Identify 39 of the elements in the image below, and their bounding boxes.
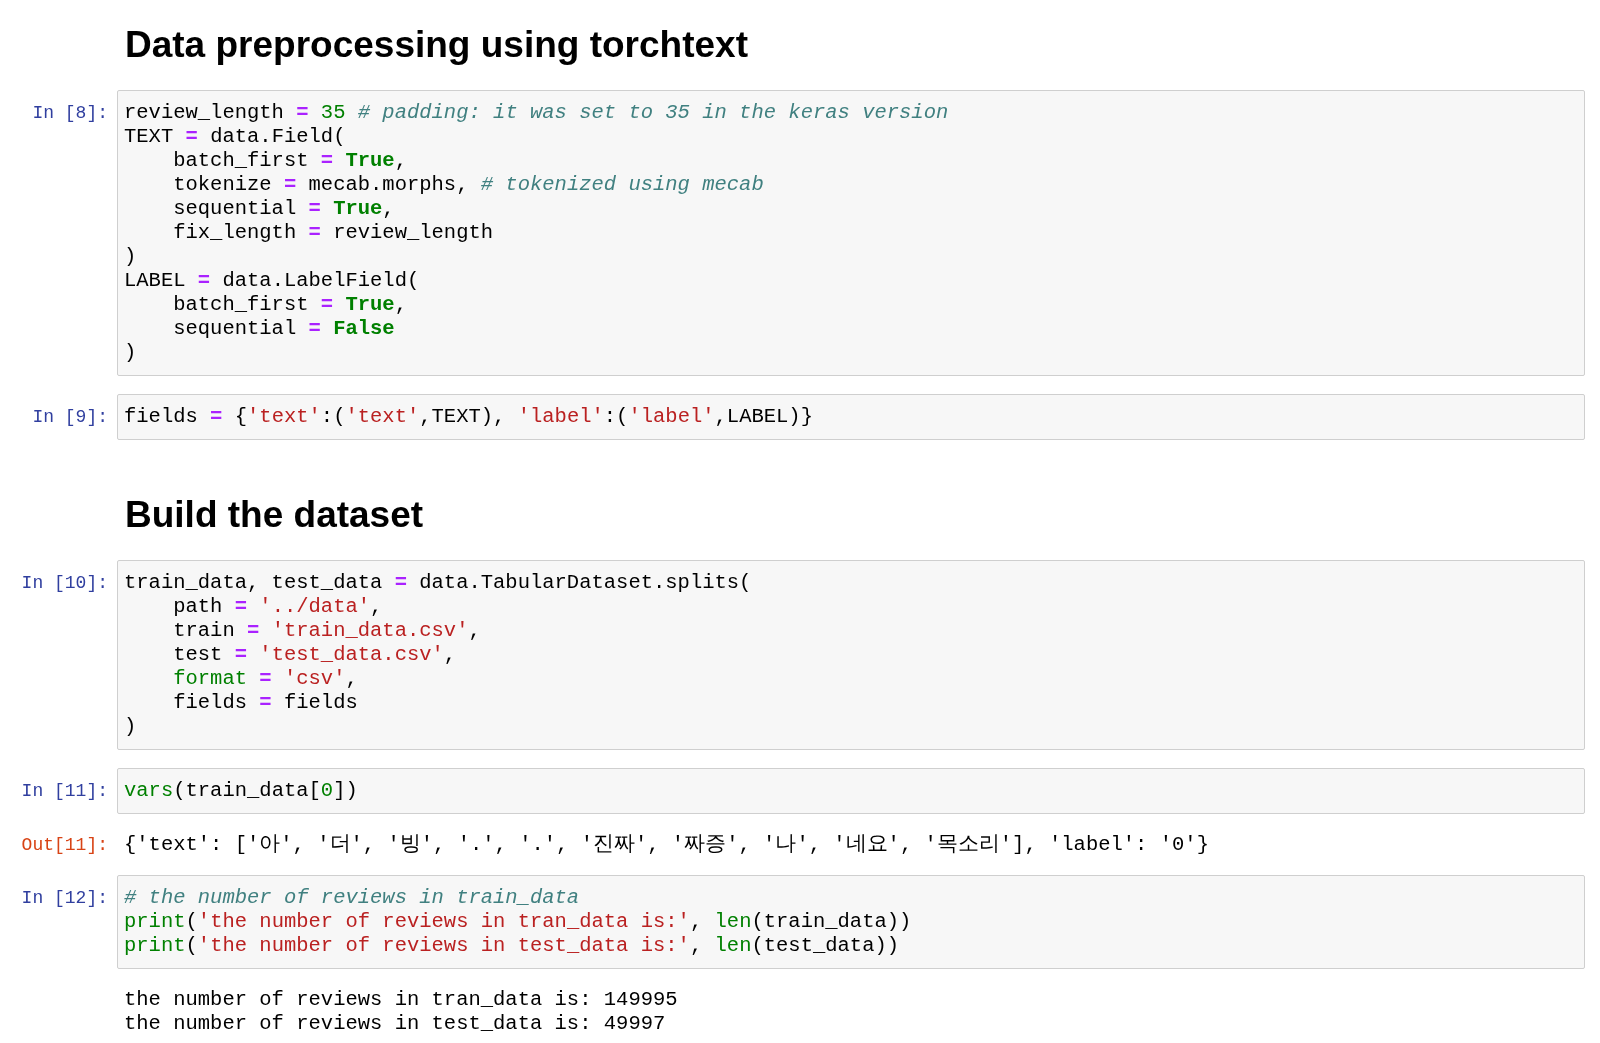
input-prompt: In [10]: — [20, 572, 109, 595]
code-line: sequential = True, — [172, 197, 395, 221]
code-cell-editor[interactable]: train_data, test_data = data.TabularDataset.splits( path = '../data', train = 'train_data.csv', test = 'test_data.csv', format = 'csv', fields = fields ) — [117, 560, 1585, 750]
code-line: sequential = False — [172, 317, 395, 341]
code-line: LABEL = data.LabelField( — [124, 269, 420, 293]
input-prompt: In [11]: — [20, 780, 109, 803]
code-line: print('the number of reviews in test_data is:', len(test_data)) — [124, 934, 900, 958]
input-prompt: In [12]: — [20, 887, 109, 910]
code-line: format = 'csv', — [172, 667, 358, 691]
code-cell-editor[interactable]: fields = {'text':('text',TEXT), 'label':('label',LABEL)} — [117, 394, 1585, 440]
code-line: batch_first = True, — [172, 293, 407, 317]
code-line: train_data, test_data = data.TabularDataset.splits( — [124, 571, 752, 595]
output-line: the number of reviews in tran_data is: 149995 — [124, 988, 678, 1012]
code-line: vars(train_data[0]) — [124, 779, 358, 803]
code-line: test = 'test_data.csv', — [172, 643, 457, 667]
code-line: train = 'train_data.csv', — [172, 619, 481, 643]
code-line: ) — [124, 245, 137, 269]
code-line: TEXT = data.Field( — [124, 125, 346, 149]
code-line: ) — [124, 341, 137, 365]
code-cell-editor[interactable] — [117, 90, 1585, 376]
output-line: {'text': ['아', '더', '빙', '.', '.', '진짜', '짜증', '나', '네요', '목소리'], 'label': '0'} — [124, 833, 1209, 857]
code-line: fields = fields — [172, 691, 358, 715]
code-line: print('the number of reviews in tran_data is:', len(train_data)) — [124, 910, 912, 934]
code-line: review_length = 35 # padding: it was set to 35 in the keras version — [124, 101, 949, 125]
input-prompt: In [9]: — [31, 406, 109, 429]
code-cell-editor[interactable]: vars(train_data[0]) — [117, 768, 1585, 814]
code-line: # the number of reviews in train_data — [124, 886, 580, 910]
code-line: tokenize = mecab.morphs, # tokenized using mecab — [172, 173, 764, 197]
code-line: fields = {'text':('text',TEXT), 'label':('label',LABEL)} — [124, 405, 813, 429]
section-heading: Data preprocessing using torchtext — [125, 23, 748, 67]
code-line: ) — [124, 715, 137, 739]
code-line: path = '../data', — [172, 595, 383, 619]
section-heading: Build the dataset — [125, 493, 424, 537]
code-line: fix_length = review_length — [172, 221, 494, 245]
output-line: the number of reviews in test_data is: 49997 — [124, 1012, 666, 1036]
code-cell-editor[interactable]: # the number of reviews in train_data print('the number of reviews in tran_data is:', len(train_data)) print('the number of reviews in test_data is:', len(test_data)) — [117, 875, 1585, 969]
code-line: batch_first = True, — [172, 149, 407, 173]
input-prompt: In [8]: — [31, 102, 109, 125]
output-prompt: Out[11]: — [21, 834, 108, 857]
